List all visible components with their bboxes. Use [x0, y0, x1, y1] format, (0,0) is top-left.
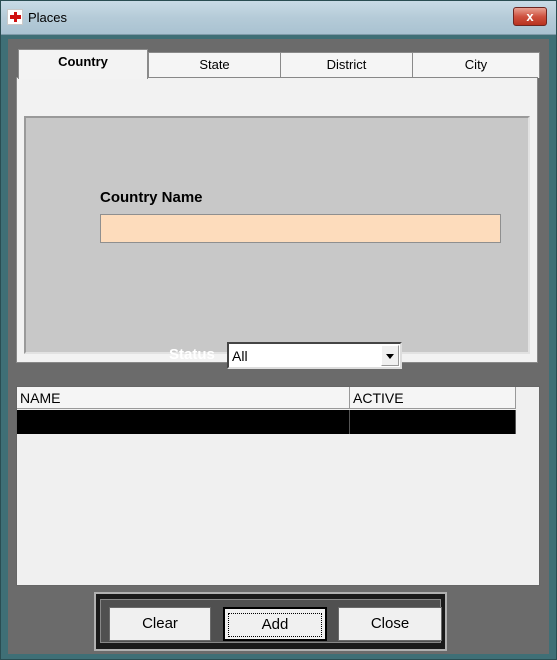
tab-state[interactable]: State: [148, 52, 281, 78]
client-area: Country State District City Country Name…: [8, 39, 549, 654]
column-header-name[interactable]: NAME: [17, 387, 350, 409]
cell-active[interactable]: [350, 410, 516, 434]
cell-name[interactable]: [17, 410, 350, 434]
country-name-label: Country Name: [100, 189, 203, 206]
grid-header: NAME ACTIVE: [17, 387, 516, 409]
red-cross-icon: [7, 9, 23, 25]
button-bar-inner: Clear Add Close: [100, 599, 442, 643]
tab-content-frame: Country Name: [16, 77, 538, 363]
close-button[interactable]: Close: [338, 607, 442, 641]
add-button[interactable]: Add: [223, 607, 327, 641]
places-window: Places x Country State District City Cou…: [0, 0, 557, 660]
window-title: Places: [28, 10, 68, 25]
country-panel: Country Name: [24, 116, 530, 354]
column-header-active[interactable]: ACTIVE: [350, 387, 516, 409]
tab-district[interactable]: District: [280, 52, 413, 78]
clear-button[interactable]: Clear: [109, 607, 211, 641]
country-name-input[interactable]: [100, 214, 501, 243]
button-bar: Clear Add Close: [94, 592, 447, 651]
chevron-down-icon[interactable]: [381, 345, 399, 366]
tab-city[interactable]: City: [412, 52, 540, 78]
tab-country[interactable]: Country: [18, 49, 148, 79]
status-select[interactable]: All: [227, 342, 402, 369]
title-bar[interactable]: Places x: [1, 1, 556, 35]
places-grid[interactable]: NAME ACTIVE: [16, 386, 540, 586]
status-label: Status: [169, 346, 215, 363]
status-selected-value: All: [232, 348, 248, 364]
table-row[interactable]: [17, 410, 516, 434]
add-button-label: Add: [227, 613, 323, 637]
window-close-button[interactable]: x: [513, 7, 547, 26]
